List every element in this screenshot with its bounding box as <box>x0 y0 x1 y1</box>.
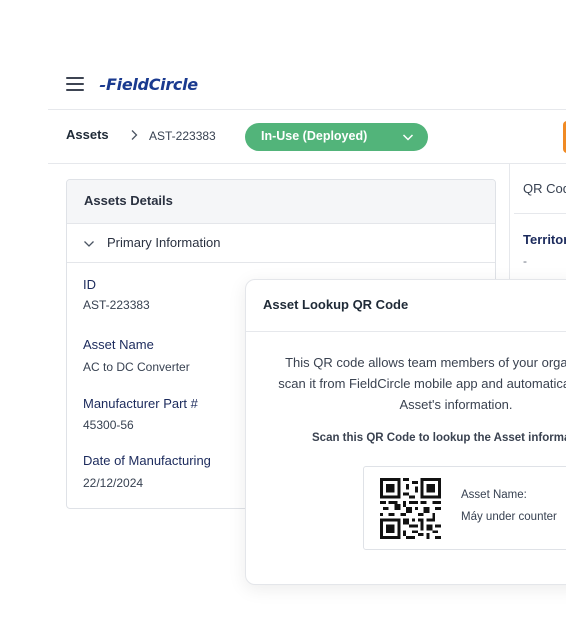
field-value-date-of-manufacturing: 22/12/2024 <box>83 476 144 490</box>
chevron-down-icon <box>402 134 414 141</box>
details-title: Assets Details <box>84 193 173 208</box>
field-label-id: ID <box>83 277 96 292</box>
breadcrumb-bar: Assets AST-223383 In-Use (Deployed) <box>48 110 566 164</box>
breadcrumb-current-id: AST-223383 <box>149 129 216 143</box>
description-line: scan it from FieldCircle mobile app and … <box>278 376 566 391</box>
field-value-manufacturer-part: 45300-56 <box>83 418 134 432</box>
logo-text: FieldCircle <box>106 75 198 94</box>
status-label: In-Use (Deployed) <box>261 129 368 143</box>
field-label-date-of-manufacturing: Date of Manufacturing <box>83 453 211 468</box>
modal-description: This QR code allows team members of your… <box>256 352 566 415</box>
asset-name-label: Asset Name: <box>461 489 527 501</box>
primary-information-toggle[interactable]: Primary Information <box>67 224 495 263</box>
side-panel: QR Code Territory - <box>509 164 566 294</box>
fieldcircle-logo[interactable]: FieldCircle <box>99 75 198 94</box>
field-label-manufacturer-part: Manufacturer Part # <box>83 396 198 411</box>
qr-code-image <box>380 478 441 539</box>
top-navbar: FieldCircle <box>48 62 566 110</box>
asset-name-value: Máy under counter <box>461 511 557 523</box>
divider <box>514 213 566 214</box>
hamburger-menu-icon[interactable] <box>66 77 84 91</box>
description-line: This QR code allows team members of your… <box>285 355 566 370</box>
tab-qr-code[interactable]: QR Code <box>523 181 566 196</box>
scan-instruction: Scan this QR Code to lookup the Asset in… <box>312 432 566 444</box>
chevron-down-icon <box>84 241 94 247</box>
section-title: Primary Information <box>107 235 221 250</box>
description-line: Asset's information. <box>399 397 513 412</box>
modal-title: Asset Lookup QR Code <box>263 297 409 312</box>
qr-code-modal: Asset Lookup QR Code This QR code allows… <box>245 279 566 585</box>
field-value-id: AST-223383 <box>83 298 150 312</box>
chevron-right-icon <box>131 130 138 140</box>
details-header: Assets Details <box>67 180 495 224</box>
territory-value: - <box>523 254 527 268</box>
status-dropdown[interactable]: In-Use (Deployed) <box>245 123 428 151</box>
field-value-asset-name: AC to DC Converter <box>83 360 190 374</box>
breadcrumb-assets-link[interactable]: Assets <box>66 127 109 142</box>
qr-code-card: Asset Name: Máy under counter <box>363 466 566 550</box>
territory-label: Territory <box>523 232 566 247</box>
modal-header: Asset Lookup QR Code <box>246 280 566 332</box>
field-label-asset-name: Asset Name <box>83 337 154 352</box>
